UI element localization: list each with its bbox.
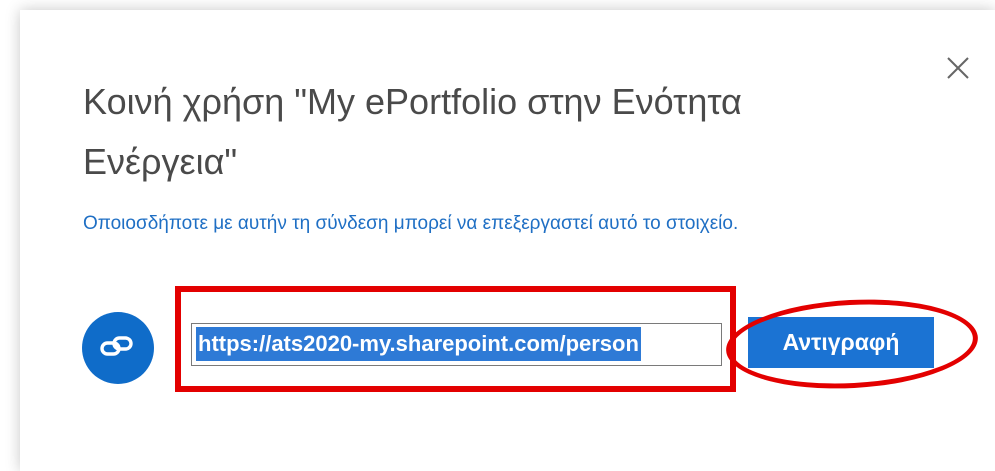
screen: Κοινή χρήση "My ePortfolio στην Ενότητα … [0, 0, 995, 471]
share-permission-text: Οποιοσδήποτε με αυτήν τη σύνδεση μπορεί … [83, 213, 739, 234]
close-icon [947, 57, 969, 79]
close-button[interactable] [942, 52, 974, 84]
link-highlight-annotation [175, 286, 736, 392]
dialog-title: Κοινή χρήση "My ePortfolio στην Ενότητα … [83, 81, 742, 182]
link-icon [82, 312, 154, 384]
